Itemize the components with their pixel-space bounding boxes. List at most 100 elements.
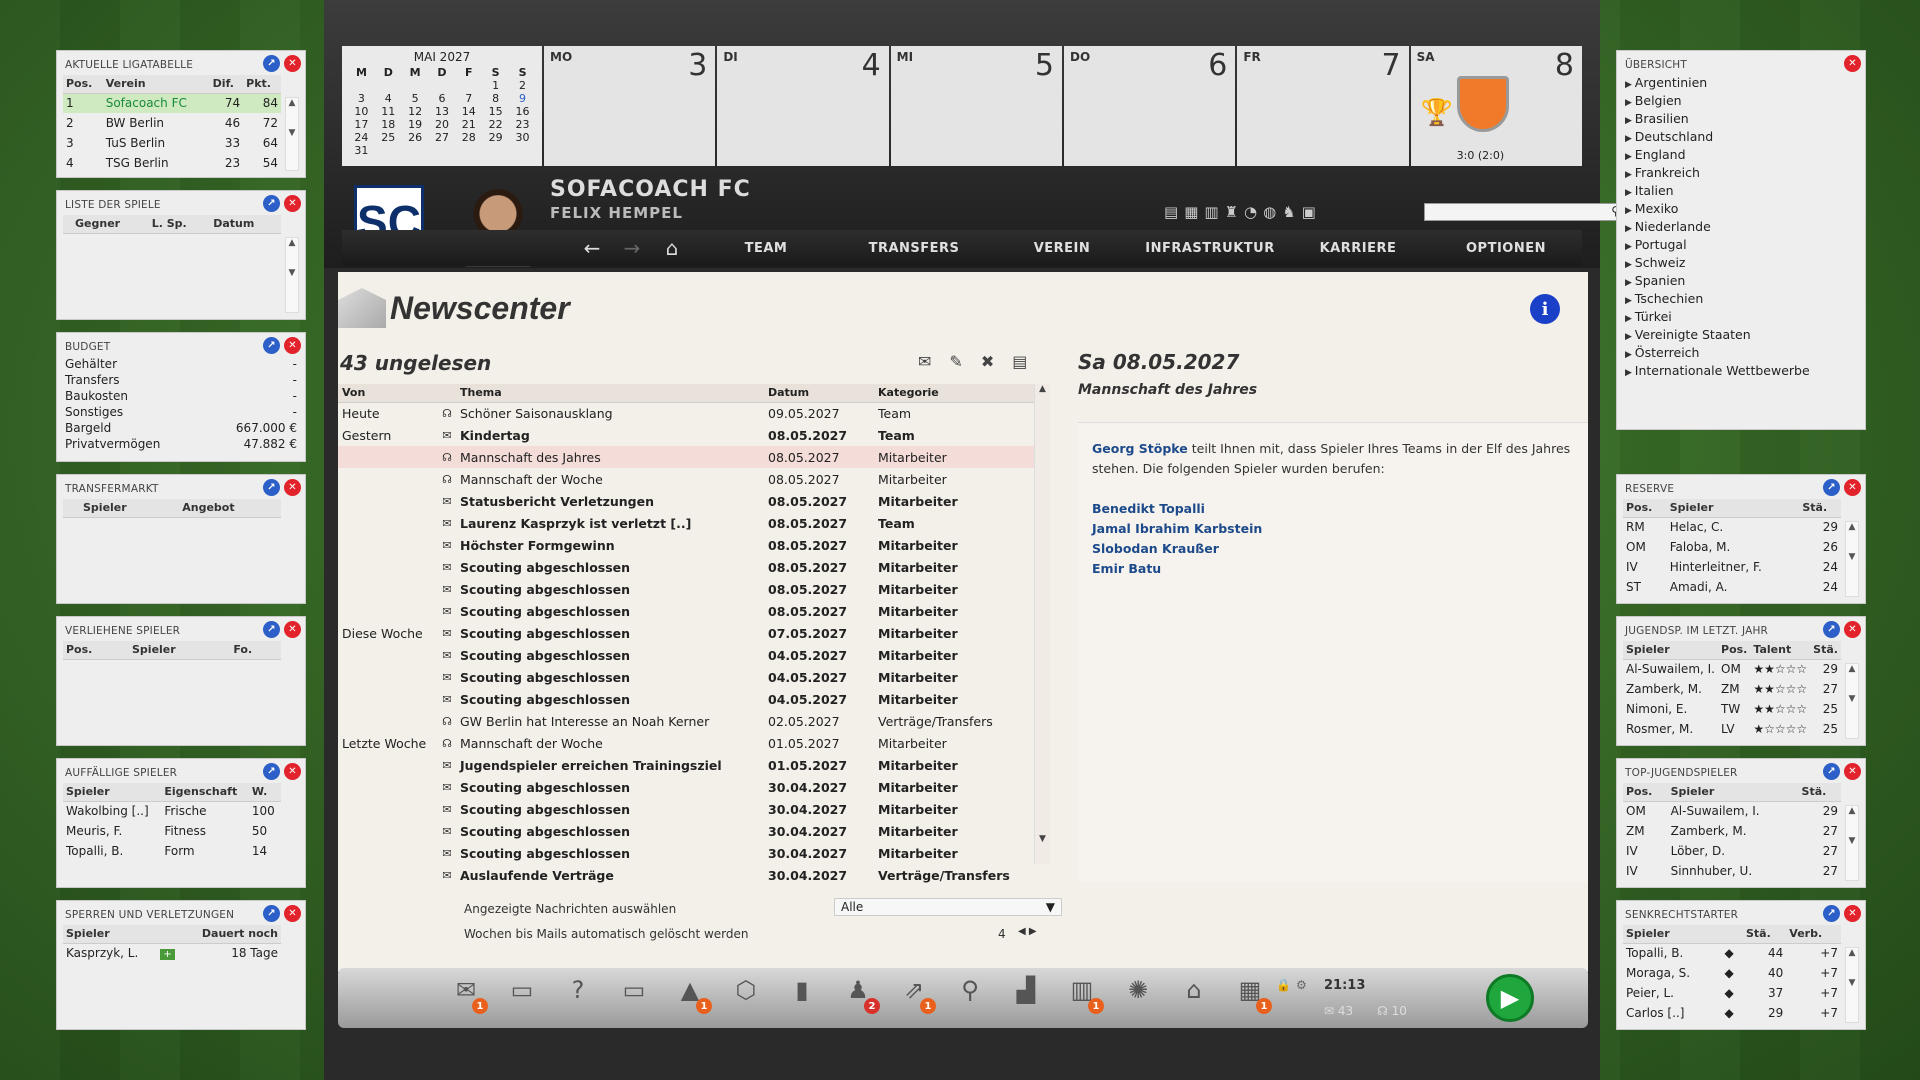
continue-button[interactable]: ▶: [1486, 974, 1534, 1022]
day-cell-fr[interactable]: FR 7: [1237, 46, 1409, 166]
day-cell-di[interactable]: DI 4: [717, 46, 889, 166]
staff-icon[interactable]: ♞: [1282, 203, 1295, 221]
mail-row[interactable]: ✉ Jugendspieler erreichen Trainingsziel 01…: [338, 754, 1034, 776]
table-row[interactable]: Wakolbing [..] Frische 100: [63, 801, 281, 821]
date[interactable]: 7: [455, 92, 482, 105]
popout-icon[interactable]: ↗: [263, 621, 280, 638]
popout-icon[interactable]: ↗: [1823, 905, 1840, 922]
popout-icon[interactable]: ↗: [263, 763, 280, 780]
settings-icon[interactable]: ⚙: [1296, 978, 1307, 992]
date[interactable]: 11: [375, 105, 402, 118]
popout-icon[interactable]: ↗: [1823, 479, 1840, 496]
calendar-day-icon[interactable]: ▦ 1: [1232, 976, 1272, 1014]
date[interactable]: 23: [509, 118, 536, 131]
date[interactable]: 16: [509, 105, 536, 118]
table-row[interactable]: Topalli, B. ◆ 44 +7: [1623, 943, 1841, 963]
close-icon[interactable]: ✕: [284, 763, 301, 780]
mini-calendar[interactable]: MAI 2027 MDMDFSS 12 3456789 10 11 12 13 14 15…: [342, 46, 542, 166]
scout-icon[interactable]: ⚲: [952, 976, 988, 1008]
col-header-kategorie[interactable]: Kategorie: [874, 384, 1034, 403]
overview-item[interactable]: Vereinigte Staaten: [1625, 327, 1857, 345]
overview-item[interactable]: Spanien: [1625, 273, 1857, 291]
overview-item[interactable]: Frankreich: [1625, 165, 1857, 183]
mail-row[interactable]: ✉ Scouting abgeschlossen 04.05.2027 Mitarbe…: [338, 666, 1034, 688]
lock-icon[interactable]: 🔒: [1276, 978, 1291, 992]
nav-karriere[interactable]: KARRIERE: [1284, 241, 1432, 256]
date[interactable]: [455, 79, 482, 92]
table-row[interactable]: IV Sinnhuber, U. 27: [1623, 861, 1841, 881]
scrollbar[interactable]: ▲ ▼: [1845, 947, 1859, 1023]
nav-transfers[interactable]: TRANSFERS: [840, 241, 988, 256]
mail-row[interactable]: ☊ GW Berlin hat Interesse an Noah Kerner 0…: [338, 710, 1034, 732]
books-icon[interactable]: ▥ 1: [1064, 976, 1104, 1014]
popout-icon[interactable]: ↗: [263, 479, 280, 496]
table-row[interactable]: Peier, L. ◆ 37 +7: [1623, 983, 1841, 1003]
col-header-datum[interactable]: Datum: [764, 384, 874, 403]
mail-row[interactable]: ✉ Scouting abgeschlossen 04.05.2027 Mitarbe…: [338, 688, 1034, 710]
mail-row[interactable]: ✉ Scouting abgeschlossen 04.05.2027 Mitarbe…: [338, 644, 1034, 666]
overview-item[interactable]: Österreich: [1625, 345, 1857, 363]
close-icon[interactable]: ✕: [284, 905, 301, 922]
sender-link[interactable]: Georg Stöpke: [1092, 441, 1188, 456]
money-stack-icon[interactable]: ▭: [616, 976, 652, 1008]
mail-row[interactable]: ☊ Mannschaft der Woche 08.05.2027 Mitarbeit…: [338, 468, 1034, 490]
overview-item[interactable]: Brasilien: [1625, 111, 1857, 129]
scrollbar[interactable]: ▲ ▼: [285, 97, 299, 171]
close-icon[interactable]: ✕: [284, 337, 301, 354]
nav-verein[interactable]: VEREIN: [988, 241, 1136, 256]
mail-row[interactable]: ✉ Statusbericht Verletzungen 08.05.2027 Mit…: [338, 490, 1034, 512]
close-icon[interactable]: ✕: [284, 479, 301, 496]
player-link[interactable]: Emir Batu: [1092, 559, 1574, 579]
table-row[interactable]: Kasprzyk, L. +18 Tage: [63, 943, 281, 963]
day-cell-mi[interactable]: MI 5: [890, 46, 1062, 166]
popout-icon[interactable]: ↗: [263, 905, 280, 922]
mail-row[interactable]: Gestern ✉ Kindertag 08.05.2027 Team: [338, 424, 1034, 446]
transfer-icon[interactable]: ⇗ 1: [896, 976, 936, 1014]
question-money-icon[interactable]: ?: [560, 976, 596, 1008]
date[interactable]: [348, 79, 375, 92]
stadium-icon[interactable]: ⌂: [1176, 976, 1212, 1008]
popout-icon[interactable]: ↗: [1823, 763, 1840, 780]
mail-row[interactable]: ✉ Scouting abgeschlossen 30.04.2027 Mitarbe…: [338, 798, 1034, 820]
mail-row[interactable]: ✉ Auslaufende Verträge 30.04.2027 Verträge/…: [338, 864, 1034, 886]
overview-item[interactable]: Internationale Wettbewerbe: [1625, 363, 1857, 381]
auto-delete-stepper[interactable]: ◀ ▶: [1018, 926, 1037, 937]
table-row[interactable]: 4 TSG Berlin 23 54: [63, 153, 281, 173]
date[interactable]: 18: [375, 118, 402, 131]
forward-mail-icon[interactable]: ✉: [918, 352, 931, 371]
table-row[interactable]: Moraga, S. ◆ 40 +7: [1623, 963, 1841, 983]
player-link[interactable]: Benedikt Topalli: [1092, 499, 1574, 519]
date[interactable]: 28: [455, 131, 482, 144]
popout-icon[interactable]: ↗: [263, 55, 280, 72]
popout-icon[interactable]: ↗: [263, 195, 280, 212]
overview-item[interactable]: Italien: [1625, 183, 1857, 201]
table-row[interactable]: Meuris, F. Fitness 50: [63, 821, 281, 841]
table-row[interactable]: OM Faloba, M. 26: [1623, 537, 1841, 557]
forward-arrow-icon[interactable]: →: [612, 236, 652, 260]
day-cell-mo[interactable]: MO 3: [544, 46, 716, 166]
date[interactable]: 27: [429, 131, 456, 144]
date[interactable]: 8: [482, 92, 509, 105]
history-icon[interactable]: ◔: [1244, 203, 1257, 221]
day-cell-do[interactable]: DO 6: [1063, 46, 1236, 166]
globe-icon[interactable]: ◍: [1263, 203, 1276, 221]
table-row[interactable]: OM Al-Suwailem, I. 29: [1623, 801, 1841, 821]
overview-item[interactable]: Mexiko: [1625, 201, 1857, 219]
date[interactable]: 20: [429, 118, 456, 131]
mail-row[interactable]: ✉ Laurenz Kasprzyk ist verletzt [..] 08.05…: [338, 512, 1034, 534]
tactics-board-icon[interactable]: ▮: [784, 976, 820, 1008]
back-arrow-icon[interactable]: ←: [572, 236, 612, 260]
close-icon[interactable]: ✕: [1844, 55, 1861, 72]
mark-read-icon[interactable]: ✎: [949, 352, 962, 371]
mail-row[interactable]: ✉ Scouting abgeschlossen 08.05.2027 Mitarbe…: [338, 556, 1034, 578]
filter-select[interactable]: Alle ▼: [834, 898, 1062, 916]
date[interactable]: 5: [402, 92, 429, 105]
date[interactable]: 30: [509, 131, 536, 144]
players-icon[interactable]: ♟ 2: [840, 976, 880, 1014]
scrollbar[interactable]: ▲ ▼: [1845, 521, 1859, 597]
table-row[interactable]: Nimoni, E. TW ★★☆☆☆ 25: [1623, 699, 1841, 719]
date[interactable]: 2: [509, 79, 536, 92]
mail-row[interactable]: ✉ Höchster Formgewinn 08.05.2027 Mitarbeite…: [338, 534, 1034, 556]
overview-item[interactable]: Schweiz: [1625, 255, 1857, 273]
table-row[interactable]: 1 Sofacoach FC 74 84: [63, 93, 281, 113]
